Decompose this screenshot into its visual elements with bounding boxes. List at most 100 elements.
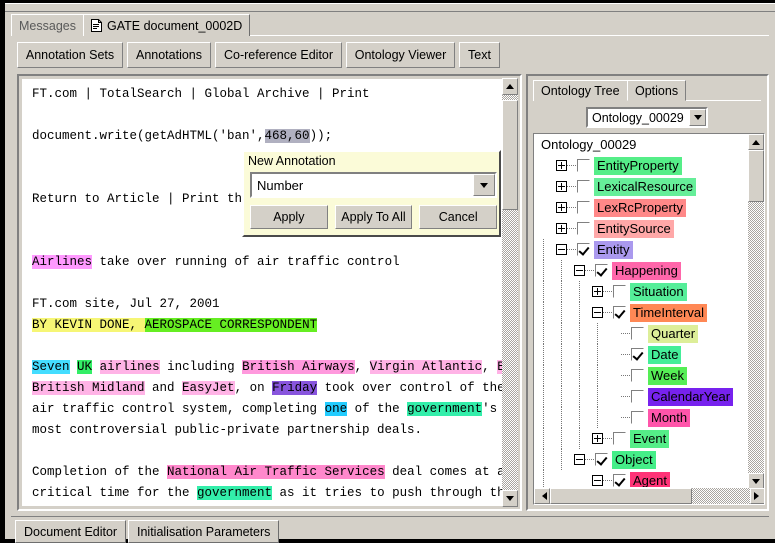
- ontology-tree-node[interactable]: Date: [534, 344, 748, 365]
- tree-guide-line: [597, 386, 598, 407]
- ontology-tree-node[interactable]: Ontology_00029: [534, 134, 748, 155]
- checkbox-checked[interactable]: [613, 474, 626, 487]
- ontology-select-combobox[interactable]: Ontology_00029: [586, 107, 708, 128]
- expand-node-icon[interactable]: [556, 223, 567, 234]
- tree-guide-line: [597, 344, 598, 365]
- checkbox-unchecked[interactable]: [631, 327, 644, 340]
- plain-text: FT.com site, Jul 27, 2001: [32, 297, 220, 311]
- collapse-node-icon[interactable]: [574, 265, 585, 276]
- ontology-tree-node[interactable]: EntitySource: [534, 218, 748, 239]
- checkbox-unchecked[interactable]: [631, 369, 644, 382]
- ontology-tree-node[interactable]: Week: [534, 365, 748, 386]
- chevron-down-icon[interactable]: [473, 174, 495, 196]
- ontology-node-label: Situation: [630, 283, 687, 301]
- plain-text: ,: [482, 360, 497, 374]
- dialog-button-apply[interactable]: Apply: [250, 205, 328, 229]
- checkbox-unchecked[interactable]: [577, 222, 590, 235]
- view-button-text[interactable]: Text: [459, 42, 500, 68]
- collapse-node-icon[interactable]: [592, 475, 603, 486]
- plain-text: as it tries to push through the: [272, 486, 506, 500]
- dialog-button-cancel[interactable]: Cancel: [419, 205, 497, 229]
- collapse-node-icon[interactable]: [556, 244, 567, 255]
- document-line: Seven UK airlines including British Airw…: [32, 357, 506, 378]
- ontology-tab-ontology-tree[interactable]: Ontology Tree: [533, 80, 628, 101]
- collapse-node-icon[interactable]: [592, 307, 603, 318]
- bottom-tab-document-editor[interactable]: Document Editor: [15, 520, 126, 543]
- scrollbar-thumb[interactable]: [550, 488, 692, 504]
- ontology-tree-node[interactable]: Event: [534, 428, 748, 449]
- scrollbar-thumb[interactable]: [502, 100, 518, 210]
- chevron-down-icon[interactable]: [689, 109, 706, 126]
- ontology-tree[interactable]: Ontology_00029EntityPropertyLexicalResou…: [534, 134, 748, 487]
- plain-text: most controversial public-private partne…: [32, 423, 422, 437]
- ontology-tree-node[interactable]: LexicalResource: [534, 176, 748, 197]
- ontology-tree-node[interactable]: Happening: [534, 260, 748, 281]
- ontology-node-label: LexRcProperty: [594, 199, 686, 217]
- document-line: document.write(getAdHTML('ban',468,60));: [32, 126, 506, 147]
- view-button-ontology-viewer[interactable]: Ontology Viewer: [346, 42, 455, 68]
- document-text-panel: FT.com | TotalSearch | Global Archive | …: [17, 74, 522, 511]
- ontology-tree-node[interactable]: Object: [534, 449, 748, 470]
- tree-horizontal-scrollbar[interactable]: [534, 488, 765, 504]
- annotation-type-value: Number: [252, 178, 473, 193]
- expand-node-icon[interactable]: [592, 433, 603, 444]
- tree-connector: [621, 349, 631, 360]
- scroll-down-button[interactable]: [748, 473, 764, 489]
- bottom-tab-initialisation-parameters[interactable]: Initialisation Parameters: [128, 520, 279, 543]
- tree-guide-line: [543, 302, 544, 323]
- checkbox-checked[interactable]: [577, 243, 590, 256]
- document-text-area[interactable]: FT.com | TotalSearch | Global Archive | …: [21, 78, 506, 507]
- expand-node-icon[interactable]: [592, 286, 603, 297]
- ontology-tab-options[interactable]: Options: [627, 80, 686, 101]
- view-button-annotations[interactable]: Annotations: [127, 42, 211, 68]
- checkbox-checked[interactable]: [595, 453, 608, 466]
- checkbox-unchecked[interactable]: [577, 180, 590, 193]
- checkbox-unchecked[interactable]: [577, 159, 590, 172]
- scroll-down-button[interactable]: [502, 490, 518, 507]
- tree-guide-line: [561, 344, 562, 365]
- checkbox-checked[interactable]: [595, 264, 608, 277]
- annotation-type-combobox[interactable]: Number: [250, 172, 497, 198]
- plain-text: of the: [347, 402, 407, 416]
- expand-node-icon[interactable]: [556, 202, 567, 213]
- ontology-tree-node[interactable]: Quarter: [534, 323, 748, 344]
- scroll-up-button[interactable]: [748, 134, 764, 150]
- document-vertical-scrollbar[interactable]: [502, 78, 518, 507]
- expand-node-icon[interactable]: [556, 160, 567, 171]
- ontology-tree-node[interactable]: CalendarYear: [534, 386, 748, 407]
- checkbox-unchecked[interactable]: [631, 390, 644, 403]
- checkbox-unchecked[interactable]: [631, 411, 644, 424]
- view-button-annotation-sets[interactable]: Annotation Sets: [17, 42, 123, 68]
- scroll-up-button[interactable]: [502, 78, 518, 95]
- plain-text: Completion of the: [32, 465, 167, 479]
- plain-text: and: [145, 381, 183, 395]
- dialog-button-apply-to-all[interactable]: Apply To All: [335, 205, 413, 229]
- scroll-right-button[interactable]: [750, 488, 765, 504]
- checkbox-unchecked[interactable]: [613, 285, 626, 298]
- ontology-tree-node[interactable]: Situation: [534, 281, 748, 302]
- ontology-tree-node[interactable]: LexRcProperty: [534, 197, 748, 218]
- document-line: most controversial public-private partne…: [32, 420, 506, 441]
- collapse-node-icon[interactable]: [574, 454, 585, 465]
- plain-text: 's: [482, 402, 497, 416]
- tree-connector: [567, 244, 577, 255]
- scroll-left-button[interactable]: [534, 488, 550, 504]
- ontology-tree-node[interactable]: TimeInterval: [534, 302, 748, 323]
- checkbox-checked[interactable]: [631, 348, 644, 361]
- tree-vertical-scrollbar[interactable]: [748, 134, 764, 489]
- view-button-co-reference-editor[interactable]: Co-reference Editor: [215, 42, 342, 68]
- annotation-highlight: UK: [77, 360, 92, 374]
- ontology-tree-node[interactable]: Agent: [534, 470, 748, 487]
- document-tab-messages[interactable]: Messages: [11, 14, 84, 36]
- checkbox-checked[interactable]: [613, 306, 626, 319]
- plain-text: Return to Article | Print this: [32, 192, 257, 206]
- ontology-tree-node[interactable]: EntityProperty: [534, 155, 748, 176]
- ontology-node-label: Week: [648, 367, 687, 385]
- document-tab-gate-document-0002d[interactable]: GATE document_0002D: [83, 14, 250, 36]
- expand-node-icon[interactable]: [556, 181, 567, 192]
- ontology-tree-node[interactable]: Month: [534, 407, 748, 428]
- checkbox-unchecked[interactable]: [577, 201, 590, 214]
- ontology-tree-node[interactable]: Entity: [534, 239, 748, 260]
- scrollbar-thumb[interactable]: [748, 150, 764, 202]
- checkbox-unchecked[interactable]: [613, 432, 626, 445]
